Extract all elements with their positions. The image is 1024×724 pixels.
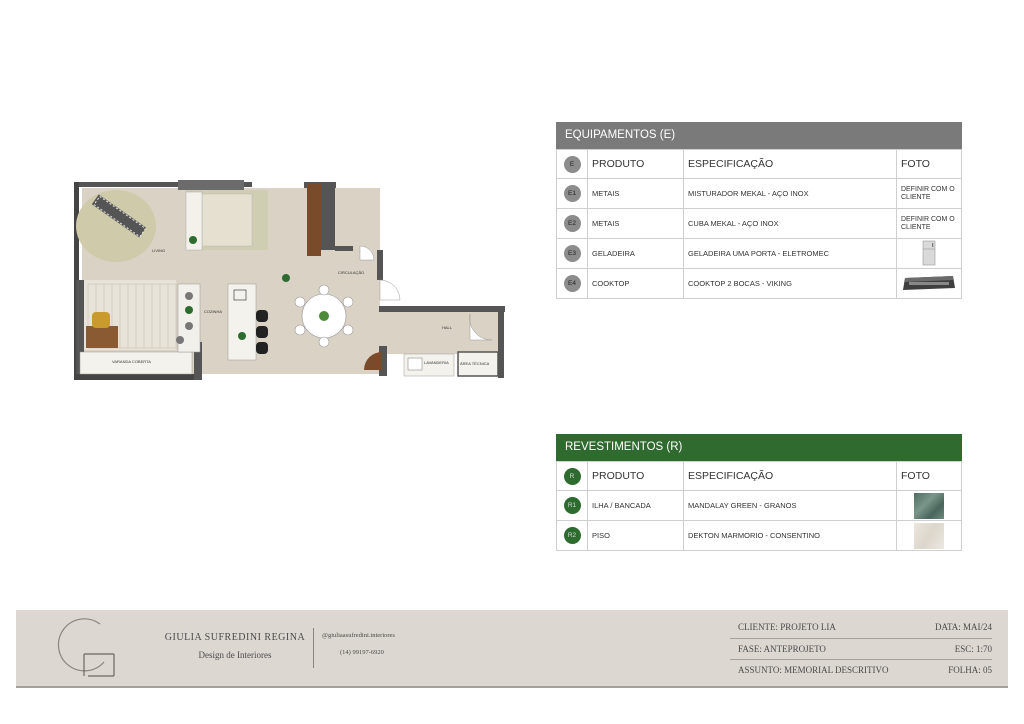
escala: ESC: 1:70	[954, 644, 992, 654]
row-code: E4	[563, 275, 581, 292]
stool	[256, 310, 268, 322]
table-row: R1 ILHA / BANCADA MANDALAY GREEN - GRANO…	[556, 490, 962, 521]
folha: FOLHA: 05	[948, 665, 992, 675]
row-foto: DEFINIR COM O CLIENTE	[896, 178, 962, 209]
row-foto	[896, 490, 962, 521]
revestimentos-title: REVESTIMENTOS (R)	[556, 434, 962, 461]
table-row: E1 METAIS MISTURADOR MEKAL - AÇO INOX DE…	[556, 178, 962, 209]
column-foto: FOTO	[896, 461, 962, 491]
equipamentos-table: EQUIPAMENTOS (E) E PRODUTO ESPECIFICAÇÃO…	[556, 122, 962, 299]
cooktop-photo	[903, 275, 955, 290]
fridge-photo	[922, 240, 936, 265]
table-row: R2 PISO DEKTON MARMORIO - CONSENTINO	[556, 520, 962, 551]
brand-logo	[57, 618, 115, 677]
room-label-varanda: VARANDA COBERTA	[112, 359, 151, 364]
chair-yellow	[92, 312, 110, 328]
row-especificacao: DEKTON MARMORIO - CONSENTINO	[683, 520, 897, 551]
column-code: E	[563, 155, 581, 173]
row-foto: DEFINIR COM O CLIENTE	[896, 208, 962, 239]
data: DATA: MAI/24	[934, 622, 992, 632]
column-especificacao: ESPECIFICAÇÃO	[683, 149, 897, 179]
cliente: CLIENTE: PROJETO LIA	[738, 622, 836, 632]
equipamentos-title: EQUIPAMENTOS (E)	[556, 122, 962, 149]
column-especificacao: ESPECIFICAÇÃO	[683, 461, 897, 491]
fase: FASE: ANTEPROJETO	[738, 644, 826, 654]
row-produto: METAIS	[587, 178, 684, 209]
row-especificacao: MANDALAY GREEN - GRANOS	[683, 490, 897, 521]
column-produto: PRODUTO	[587, 149, 684, 179]
row-code: R2	[563, 527, 581, 544]
table-row: E3 GELADEIRA GELADEIRA UMA PORTA - ELETR…	[556, 238, 962, 269]
row-produto: PISO	[587, 520, 684, 551]
divider	[313, 628, 314, 668]
table-row: E4 COOKTOP COOKTOP 2 BOCAS - VIKING	[556, 268, 962, 299]
phone-number: (14) 99197-6920	[340, 649, 384, 656]
brand-name: GIULIA SUFREDINI REGINA	[164, 632, 306, 643]
instagram-handle: @giuliaasufredini.interiores	[322, 632, 395, 639]
row-especificacao: COOKTOP 2 BOCAS - VIKING	[683, 268, 897, 299]
room-label-cozinha: COZINHA	[204, 309, 222, 314]
room-label-lavanderia: LAVANDERIA	[424, 360, 449, 365]
row-code: R1	[563, 497, 581, 514]
marker-living	[189, 236, 197, 244]
table-row: E2 METAIS CUBA MEKAL - AÇO INOX DEFINIR …	[556, 208, 962, 239]
kitchen-island	[227, 283, 257, 361]
title-block: GIULIA SUFREDINI REGINA Design de Interi…	[16, 610, 1008, 688]
wall-bottom	[74, 374, 200, 380]
column-foto: FOTO	[896, 149, 962, 179]
room-label-area-tecnica: ÁREA TÉCNICA	[460, 361, 490, 366]
swatch-dekton	[914, 522, 944, 549]
row-produto: ILHA / BANCADA	[587, 490, 684, 521]
row-code: E1	[563, 185, 581, 202]
revestimentos-table: REVESTIMENTOS (R) R PRODUTO ESPECIFICAÇÃ…	[556, 434, 962, 551]
row-especificacao: GELADEIRA UMA PORTA - ELETROMEC	[683, 238, 897, 269]
row-code: E2	[563, 215, 581, 232]
swatch-mandalay-green	[914, 492, 944, 519]
row-foto	[896, 520, 962, 551]
column-code: R	[563, 467, 581, 485]
row-code: E3	[563, 245, 581, 262]
row-produto: GELADEIRA	[587, 238, 684, 269]
room-label-hall: HALL	[442, 325, 453, 330]
living-rug	[76, 190, 156, 262]
brand-subtitle: Design de Interiores	[198, 650, 272, 660]
row-produto: COOKTOP	[587, 268, 684, 299]
row-produto: METAIS	[587, 208, 684, 239]
marker-e1	[185, 292, 193, 300]
floor-plan: LIVING VARANDA COBERTA COZINHA CIRCULAÇÃ…	[74, 180, 505, 380]
desk	[86, 326, 118, 348]
row-foto	[896, 268, 962, 299]
row-especificacao: CUBA MEKAL - AÇO INOX	[683, 208, 897, 239]
room-label-circulacao: CIRCULAÇÃO	[338, 270, 364, 275]
assunto: ASSUNTO: MEMORIAL DESCRITIVO	[738, 665, 889, 675]
row-especificacao: MISTURADOR MEKAL - AÇO INOX	[683, 178, 897, 209]
column-produto: PRODUTO	[587, 461, 684, 491]
row-foto	[896, 238, 962, 269]
room-label-living: LIVING	[152, 248, 165, 253]
wood-panel	[307, 184, 321, 256]
